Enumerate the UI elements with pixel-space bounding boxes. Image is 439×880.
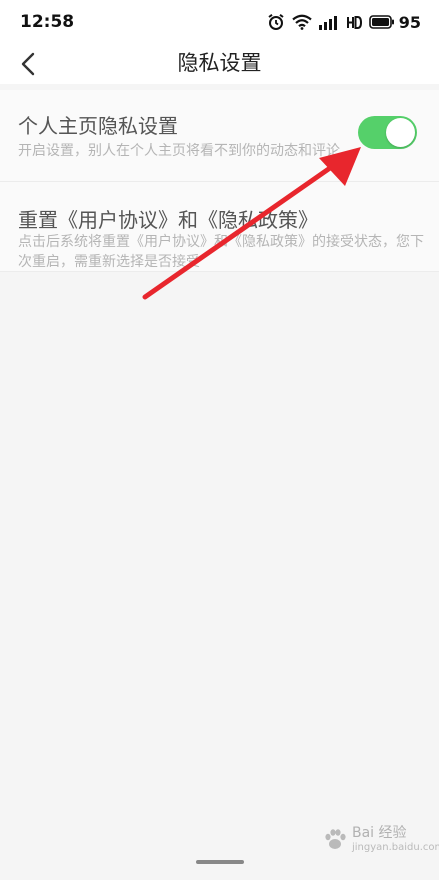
- status-time: 12:58: [20, 12, 75, 32]
- nav-header: 隐私设置: [0, 44, 439, 84]
- signal-icon: [318, 15, 337, 30]
- setting-profile-privacy: 个人主页隐私设置 开启设置，别人在个人主页将看不到你的动态和评论: [0, 90, 439, 182]
- setting-description: 开启设置，别人在个人主页将看不到你的动态和评论: [18, 143, 340, 159]
- home-indicator[interactable]: [196, 860, 244, 864]
- watermark-brand: Bai 经验: [352, 825, 407, 841]
- status-bar: 12:58 95: [0, 0, 439, 44]
- page-title: 隐私设置: [177, 51, 262, 75]
- paw-icon: [325, 828, 346, 849]
- watermark-site: jingyan.baidu.com: [352, 842, 439, 853]
- battery-level: 95: [398, 12, 421, 32]
- battery: 95: [368, 12, 421, 32]
- chevron-left-icon: [21, 52, 35, 76]
- wifi-icon: [292, 14, 312, 30]
- baidu-watermark: Bai 经验 jingyan.baidu.com: [322, 826, 439, 853]
- toggle-knob: [386, 118, 415, 147]
- profile-privacy-toggle[interactable]: [358, 116, 417, 149]
- status-icons: 95: [267, 13, 421, 32]
- settings-list: 个人主页隐私设置 开启设置，别人在个人主页将看不到你的动态和评论 重置《用户协议…: [0, 90, 439, 272]
- setting-reset-agreements[interactable]: 重置《用户协议》和《隐私政策》 点击后系统将重置《用户协议》和《隐私政策》的接受…: [0, 182, 439, 272]
- alarm-icon: [268, 13, 284, 30]
- back-button[interactable]: [10, 46, 46, 82]
- setting-title: 重置《用户协议》和《隐私政策》: [18, 208, 318, 232]
- setting-title: 个人主页隐私设置: [18, 114, 178, 138]
- battery-icon: [368, 15, 394, 29]
- hd-icon: [346, 15, 362, 29]
- setting-description: 点击后系统将重置《用户协议》和《隐私政策》的接受状态，您下次重启，需重新选择是否…: [18, 234, 424, 270]
